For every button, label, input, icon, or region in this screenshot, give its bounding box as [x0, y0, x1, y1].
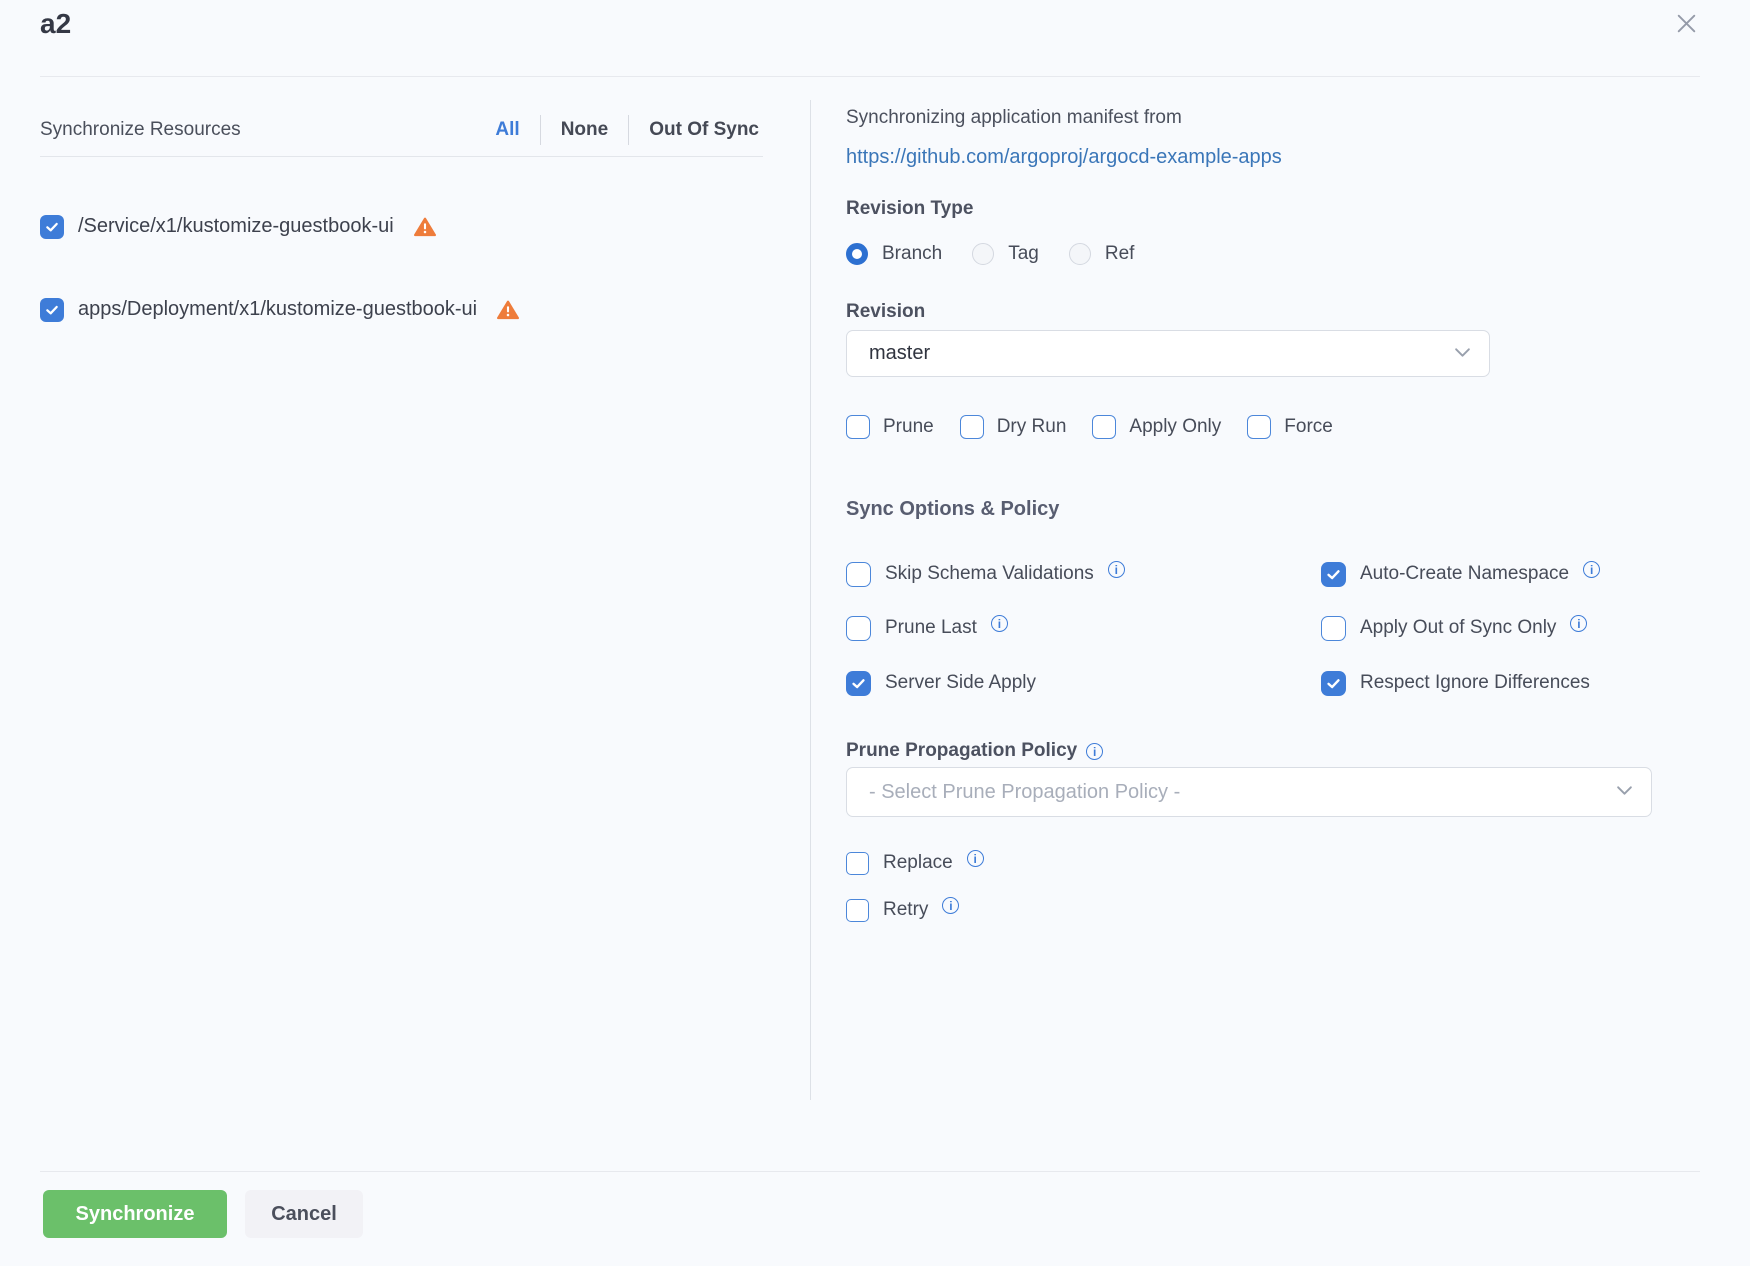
option-respect-ignore-differences: Respect Ignore Differences — [1321, 670, 1590, 696]
apply-out-of-sync-only-checkbox[interactable] — [1321, 616, 1346, 641]
option-replace: Replace i — [846, 851, 984, 875]
info-icon[interactable]: i — [1086, 743, 1103, 760]
chevron-down-icon — [1454, 345, 1471, 363]
option-auto-create-namespace: Auto-Create Namespace i — [1321, 561, 1600, 587]
option-server-side-apply: Server Side Apply — [846, 670, 1036, 696]
warning-icon — [414, 217, 436, 237]
prune-propagation-policy-label: Prune Propagation Policy i — [846, 740, 1103, 762]
info-icon[interactable]: i — [1583, 561, 1600, 578]
resource-row: apps/Deployment/x1/kustomize-guestbook-u… — [40, 297, 519, 322]
flag-dry-run: Dry Run — [960, 415, 1067, 439]
option-skip-schema-validations: Skip Schema Validations i — [846, 561, 1125, 587]
dry-run-label: Dry Run — [997, 416, 1067, 438]
retry-checkbox[interactable] — [846, 899, 869, 922]
flag-prune: Prune — [846, 415, 934, 439]
revision-label: Revision — [846, 301, 925, 323]
info-icon[interactable]: i — [1570, 615, 1587, 632]
prune-propagation-policy-select[interactable]: - Select Prune Propagation Policy - — [846, 767, 1652, 817]
force-label: Force — [1284, 416, 1333, 438]
chevron-down-icon — [1616, 783, 1633, 801]
panel-divider — [810, 100, 811, 1100]
server-side-apply-label: Server Side Apply — [885, 672, 1036, 694]
prune-propagation-policy-text: Prune Propagation Policy — [846, 740, 1077, 762]
resource-label: /Service/x1/kustomize-guestbook-ui — [78, 215, 394, 238]
respect-ignore-differences-checkbox[interactable] — [1321, 671, 1346, 696]
header-divider — [40, 76, 1700, 77]
branch-radio[interactable] — [846, 243, 868, 265]
option-retry: Retry i — [846, 898, 959, 922]
synchronize-button[interactable]: Synchronize — [43, 1190, 227, 1238]
skip-schema-validations-label: Skip Schema Validations — [885, 563, 1094, 585]
tag-label: Tag — [1008, 243, 1039, 265]
info-icon[interactable]: i — [1108, 561, 1125, 578]
resource-checkbox[interactable] — [40, 298, 64, 322]
info-icon[interactable]: i — [967, 850, 984, 867]
auto-create-namespace-checkbox[interactable] — [1321, 562, 1346, 587]
manifest-heading: Synchronizing application manifest from — [846, 107, 1182, 129]
filter-separator — [540, 115, 541, 145]
prune-label: Prune — [883, 416, 934, 438]
server-side-apply-checkbox[interactable] — [846, 671, 871, 696]
respect-ignore-differences-label: Respect Ignore Differences — [1360, 672, 1590, 694]
resources-header-underline — [40, 156, 763, 157]
replace-label: Replace — [883, 852, 953, 874]
close-icon — [1674, 11, 1699, 41]
synchronize-resources-label: Synchronize Resources — [40, 119, 241, 141]
revision-type-branch: Branch — [846, 243, 942, 265]
filter-out-of-sync[interactable]: Out Of Sync — [645, 119, 763, 141]
ref-radio[interactable] — [1069, 243, 1091, 265]
page-title: a2 — [40, 8, 71, 40]
cancel-button[interactable]: Cancel — [245, 1190, 363, 1238]
branch-label: Branch — [882, 243, 942, 265]
sync-options-heading: Sync Options & Policy — [846, 498, 1059, 521]
prune-last-label: Prune Last — [885, 617, 977, 639]
filter-all[interactable]: All — [491, 119, 523, 141]
flag-force: Force — [1247, 415, 1333, 439]
option-prune-last: Prune Last i — [846, 615, 1008, 641]
auto-create-namespace-label: Auto-Create Namespace — [1360, 563, 1569, 585]
resource-label: apps/Deployment/x1/kustomize-guestbook-u… — [78, 298, 477, 321]
info-icon[interactable]: i — [991, 615, 1008, 632]
filter-separator — [628, 115, 629, 145]
dry-run-checkbox[interactable] — [960, 415, 984, 439]
retry-label: Retry — [883, 899, 928, 921]
revision-type-ref: Ref — [1069, 243, 1135, 265]
footer-divider — [40, 1171, 1700, 1172]
skip-schema-validations-checkbox[interactable] — [846, 562, 871, 587]
revision-select[interactable]: master — [846, 330, 1490, 377]
close-button[interactable] — [1668, 8, 1704, 44]
apply-only-label: Apply Only — [1129, 416, 1221, 438]
synchronize-resources-header: Synchronize Resources All None Out Of Sy… — [40, 112, 763, 148]
apply-out-of-sync-only-label: Apply Out of Sync Only — [1360, 617, 1556, 639]
resource-row: /Service/x1/kustomize-guestbook-ui — [40, 214, 436, 239]
flag-apply-only: Apply Only — [1092, 415, 1221, 439]
tag-radio[interactable] — [972, 243, 994, 265]
revision-type-tag: Tag — [972, 243, 1039, 265]
manifest-repo-link[interactable]: https://github.com/argoproj/argocd-examp… — [846, 146, 1282, 169]
warning-icon — [497, 300, 519, 320]
info-icon[interactable]: i — [942, 897, 959, 914]
ref-label: Ref — [1105, 243, 1135, 265]
resource-filters: All None Out Of Sync — [491, 115, 763, 145]
revision-type-options: Branch Tag Ref — [846, 243, 1134, 265]
sync-flags: Prune Dry Run Apply Only Force — [846, 415, 1333, 439]
prune-propagation-policy-placeholder: - Select Prune Propagation Policy - — [869, 781, 1180, 804]
filter-none[interactable]: None — [557, 119, 613, 141]
resource-checkbox[interactable] — [40, 215, 64, 239]
apply-only-checkbox[interactable] — [1092, 415, 1116, 439]
replace-checkbox[interactable] — [846, 852, 869, 875]
revision-type-label: Revision Type — [846, 198, 973, 220]
option-apply-out-of-sync-only: Apply Out of Sync Only i — [1321, 615, 1587, 641]
prune-checkbox[interactable] — [846, 415, 870, 439]
force-checkbox[interactable] — [1247, 415, 1271, 439]
prune-last-checkbox[interactable] — [846, 616, 871, 641]
revision-value: master — [869, 342, 930, 365]
sync-dialog: a2 Synchronize Resources All None Out Of… — [0, 0, 1750, 1266]
